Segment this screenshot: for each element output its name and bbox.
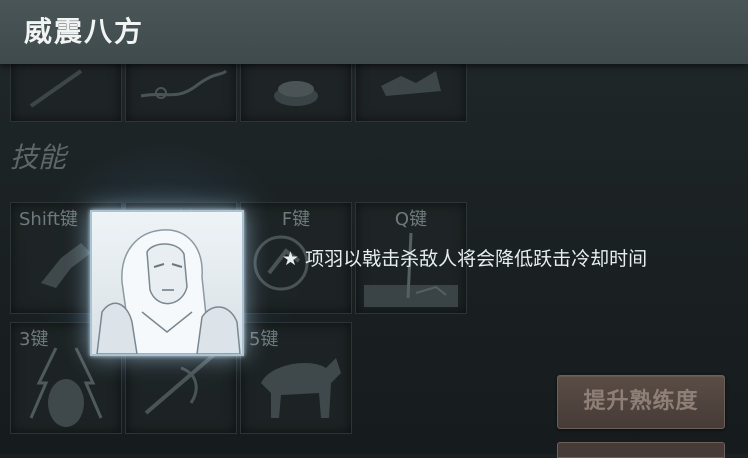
skills-heading: 技能 (10, 141, 67, 174)
xiang-yu-portrait-icon (96, 229, 241, 354)
title-bar: 威震八方 (0, 0, 748, 64)
horse-skill-icon (261, 358, 341, 418)
skill-slot-5[interactable]: 5键 (240, 322, 352, 434)
skill-tooltip: ★ 项羽以戟击杀敌人将会降低跃击冷却时间 (282, 245, 742, 274)
page-title: 威震八方 (24, 15, 145, 48)
secondary-button[interactable] (557, 442, 725, 458)
skill-description: 项羽以戟击杀敌人将会降低跃击冷却时间 (305, 248, 648, 270)
hero-portrait[interactable] (90, 210, 244, 356)
star-icon: ★ (282, 248, 300, 270)
upgrade-proficiency-button[interactable]: 提升熟练度 (557, 375, 725, 429)
